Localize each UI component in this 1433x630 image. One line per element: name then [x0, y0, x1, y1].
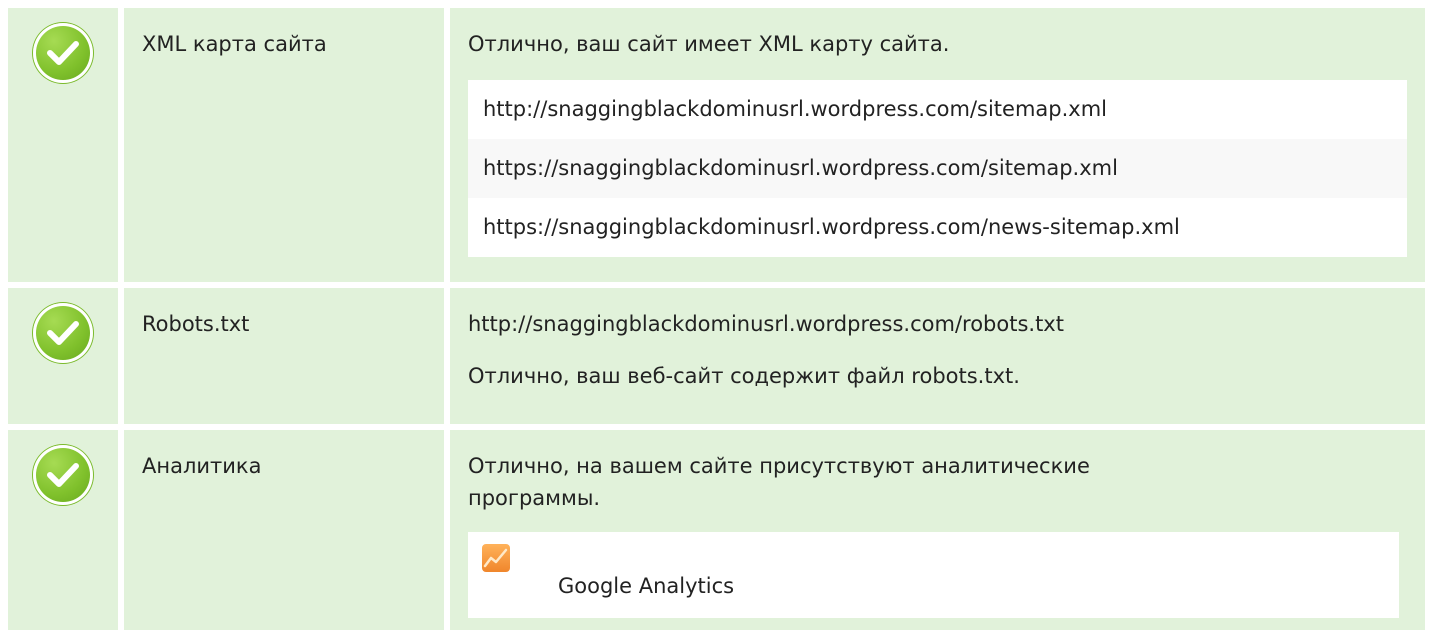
check-circle-icon [33, 445, 93, 505]
check-circle-icon [33, 303, 93, 363]
robots-url: http://snaggingblackdominusrl.wordpress.… [468, 312, 1064, 336]
status-cell [8, 430, 118, 630]
row-label: Аналитика [124, 430, 444, 630]
google-analytics-icon [482, 544, 510, 572]
status-message: Отлично, ваш веб-сайт содержит файл robo… [468, 364, 1020, 388]
row-label: XML карта сайта [124, 8, 444, 282]
list-item: https://snaggingblackdominusrl.wordpress… [483, 215, 1180, 239]
list-item: https://snaggingblackdominusrl.wordpress… [468, 139, 1407, 198]
result-row-xml-sitemap: XML карта сайта Отлично, ваш сайт имеет … [8, 8, 1425, 288]
seo-results-table: XML карта сайта Отлично, ваш сайт имеет … [8, 8, 1425, 630]
check-circle-icon [33, 23, 93, 83]
row-content: Отлично, на вашем сайте присутствуют ана… [450, 430, 1425, 630]
status-cell [8, 288, 118, 424]
list-item: http://snaggingblackdominusrl.wordpress.… [483, 97, 1108, 121]
row-content: Отлично, ваш сайт имеет XML карту сайта.… [450, 8, 1425, 282]
sitemap-list: http://snaggingblackdominusrl.wordpress.… [468, 80, 1407, 257]
result-row-analytics: Аналитика Отлично, на вашем сайте присут… [8, 430, 1425, 630]
row-content: http://snaggingblackdominusrl.wordpress.… [450, 288, 1425, 424]
result-row-robots: Robots.txt http://snaggingblackdominusrl… [8, 288, 1425, 430]
analytics-tool-name: Google Analytics [558, 574, 735, 598]
status-message: Отлично, ваш сайт имеет XML карту сайта. [468, 32, 950, 56]
status-message: Отлично, на вашем сайте присутствуют ана… [468, 454, 1090, 510]
analytics-tool: Google Analytics [468, 532, 1399, 618]
status-cell [8, 8, 118, 282]
row-label: Robots.txt [124, 288, 444, 424]
